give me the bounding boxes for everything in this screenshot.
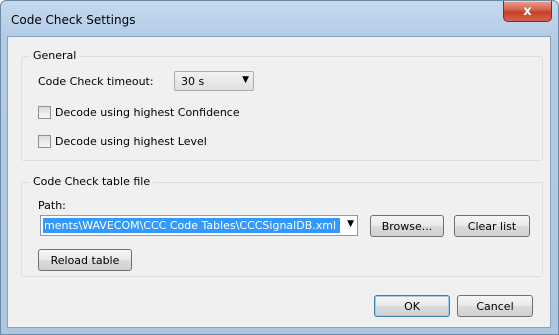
- cancel-button[interactable]: Cancel: [457, 295, 533, 317]
- cancel-button-label: Cancel: [476, 299, 514, 313]
- table-file-legend: Code Check table file: [30, 175, 154, 188]
- highest-confidence-checkbox[interactable]: [38, 106, 51, 119]
- window-title: Code Check Settings: [11, 13, 136, 27]
- clear-list-button-label: Clear list: [467, 219, 517, 233]
- title-bar[interactable]: Code Check Settings x: [1, 1, 558, 37]
- browse-button[interactable]: Browse...: [370, 215, 444, 237]
- chevron-down-icon: ▼: [242, 75, 249, 85]
- browse-button-label: Browse...: [381, 219, 433, 233]
- ok-button[interactable]: OK: [374, 295, 450, 317]
- close-button[interactable]: x: [503, 1, 552, 22]
- highest-level-label[interactable]: Decode using highest Level: [55, 135, 207, 148]
- highest-confidence-label[interactable]: Decode using highest Confidence: [55, 106, 240, 119]
- reload-table-button-label: Reload table: [50, 253, 120, 267]
- clear-list-button[interactable]: Clear list: [454, 215, 530, 237]
- close-icon: x: [523, 3, 532, 19]
- timeout-value: 30 s: [181, 75, 205, 88]
- highest-level-checkbox[interactable]: [38, 135, 51, 148]
- general-legend: General: [30, 49, 80, 62]
- chevron-down-icon[interactable]: ▼: [347, 219, 354, 229]
- path-input[interactable]: ments\WAVECOM\CCC Code Tables\CCCSignalD…: [43, 218, 340, 233]
- path-label: Path:: [38, 199, 66, 212]
- path-combobox[interactable]: ments\WAVECOM\CCC Code Tables\CCCSignalD…: [40, 215, 358, 236]
- ok-button-label: OK: [404, 299, 420, 313]
- reload-table-button[interactable]: Reload table: [38, 249, 132, 271]
- timeout-label: Code Check timeout:: [38, 75, 154, 88]
- timeout-select[interactable]: 30 s ▼: [174, 71, 254, 91]
